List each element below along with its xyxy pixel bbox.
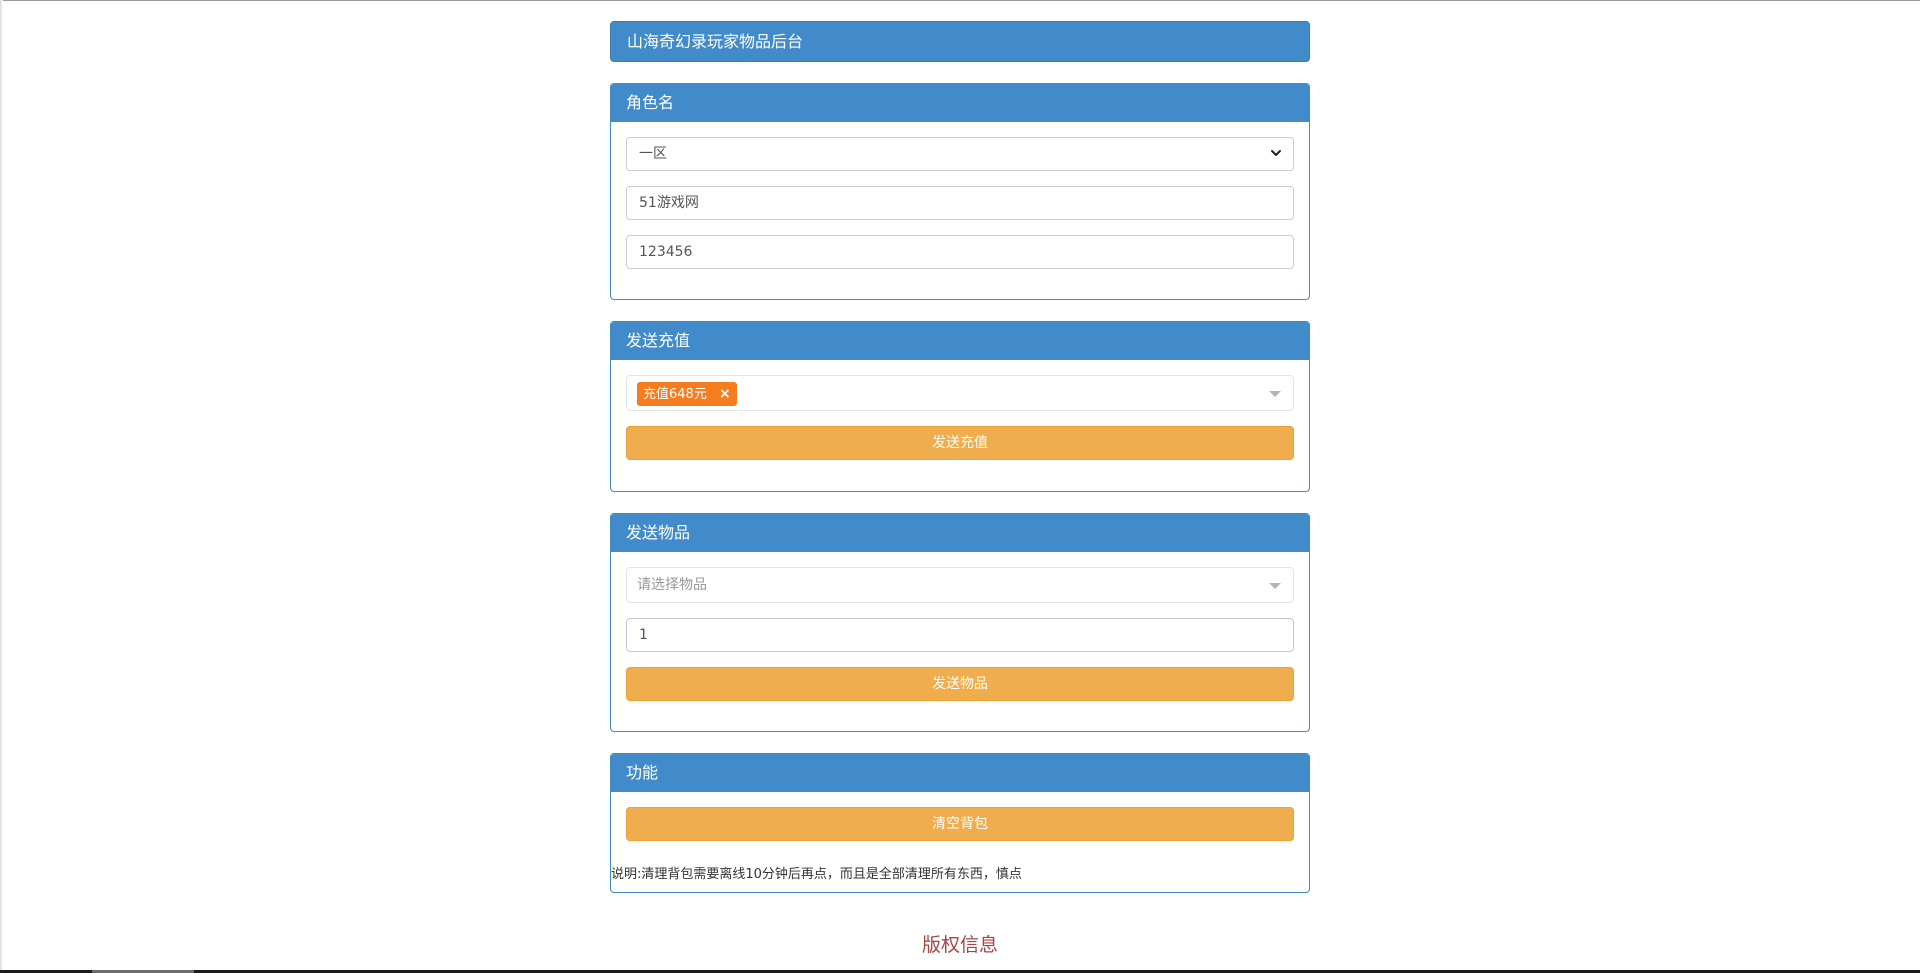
send-recharge-button[interactable]: 发送充值 [626, 426, 1294, 460]
recharge-panel-body: 充值648元 × 发送充值 [611, 360, 1309, 460]
role-panel-heading: 角色名 [611, 84, 1309, 122]
caret-down-icon[interactable] [1269, 583, 1281, 589]
item-panel-body: 请选择物品 1 发送物品 [611, 552, 1309, 701]
main-container: 山海奇幻录玩家物品后台 角色名 一区 51游戏网 123456 发送充值 充值6… [610, 21, 1310, 914]
function-panel: 功能 清空背包 说明:清理背包需要离线10分钟后再点，而且是全部清理所有东西，慎… [610, 753, 1310, 893]
role-panel: 角色名 一区 51游戏网 123456 [610, 83, 1310, 300]
account-input[interactable]: 51游戏网 [626, 186, 1294, 220]
item-select[interactable]: 请选择物品 [626, 567, 1294, 603]
caret-down-icon[interactable] [1269, 391, 1281, 397]
server-select-value: 一区 [639, 146, 667, 162]
chevron-down-icon [1271, 150, 1281, 156]
close-icon[interactable]: × [719, 382, 731, 406]
function-panel-body: 清空背包 说明:清理背包需要离线10分钟后再点，而且是全部清理所有东西，慎点 [611, 792, 1309, 885]
copyright: 版权信息 [921, 934, 998, 956]
send-item-button[interactable]: 发送物品 [626, 667, 1294, 701]
recharge-panel: 发送充值 充值648元 × 发送充值 [610, 321, 1310, 492]
recharge-tag-label: 充值648元 [643, 387, 707, 402]
quantity-input[interactable]: 1 [626, 618, 1294, 652]
recharge-panel-heading: 发送充值 [611, 322, 1309, 360]
left-edge-shadow [0, 0, 3, 973]
password-input[interactable]: 123456 [626, 235, 1294, 269]
item-panel-heading: 发送物品 [611, 514, 1309, 552]
clear-bag-button[interactable]: 清空背包 [626, 807, 1294, 841]
role-panel-body: 一区 51游戏网 123456 [611, 122, 1309, 269]
clear-bag-note: 说明:清理背包需要离线10分钟后再点，而且是全部清理所有东西，慎点 [611, 867, 1022, 882]
page-title: 山海奇幻录玩家物品后台 [610, 21, 1310, 62]
function-panel-heading: 功能 [611, 754, 1309, 792]
recharge-selected-tag: 充值648元 × [637, 382, 737, 406]
recharge-multiselect[interactable]: 充值648元 × [626, 375, 1294, 411]
item-select-placeholder: 请选择物品 [637, 577, 707, 593]
top-rule [0, 0, 1920, 1]
server-select[interactable]: 一区 [626, 137, 1294, 171]
item-panel: 发送物品 请选择物品 1 发送物品 [610, 513, 1310, 732]
